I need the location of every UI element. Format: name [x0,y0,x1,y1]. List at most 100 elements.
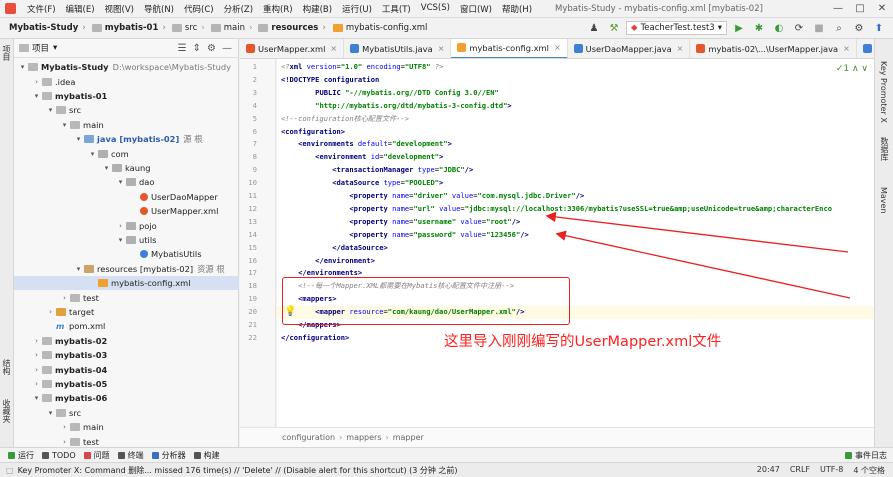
chevron-right-icon[interactable]: › [32,78,41,86]
favorites-tool-tab[interactable]: 收藏夹 [1,399,12,423]
tree-item[interactable]: › target [14,305,239,319]
tool-window-button[interactable]: 分析器 [151,450,186,461]
tree-item[interactable]: ▾ resources [mybatis-02] 资源 根 [14,262,239,276]
code-line[interactable]: "http://mybatis.org/dtd/mybatis-3-config… [281,100,511,113]
tree-item[interactable]: › mybatis-02 [14,334,239,348]
chevron-down-icon[interactable]: ▾ [74,135,83,143]
database-tool-tab[interactable]: 数据库 [879,137,890,161]
tree-item[interactable]: › test [14,290,239,304]
minimize-button[interactable]: — [827,3,849,14]
tree-item[interactable]: ▾ utils [14,233,239,247]
code-line[interactable]: <configuration> [281,126,345,139]
menu-item[interactable]: 重构(R) [258,3,298,15]
breadcrumb-item[interactable]: resources › [255,23,328,33]
chevron-right-icon[interactable]: › [60,438,69,446]
maximize-button[interactable]: □ [849,3,871,14]
code-line[interactable]: <dataSource type="POOLED"> [281,177,443,190]
chevron-down-icon[interactable]: ▾ [116,236,125,244]
chevron-right-icon[interactable]: › [32,351,41,359]
editor-tab[interactable]: UserMapper.xml × [240,39,345,58]
coverage-icon[interactable]: ◐ [771,21,787,35]
intention-bulb-icon[interactable]: 💡 [284,306,296,317]
menu-item[interactable]: 构建(B) [298,3,337,15]
breadcrumb-item[interactable]: main › [208,23,256,33]
menu-item[interactable]: 帮助(H) [497,3,537,15]
editor-breadcrumb-item[interactable]: mappers [346,433,381,442]
editor-tab[interactable]: UserDaoMapper.java × [568,39,691,58]
chevron-down-icon[interactable]: ▾ [46,409,55,417]
tree-item[interactable]: MybatisUtils [14,247,239,261]
close-tab-icon[interactable]: × [554,43,561,52]
chevron-right-icon[interactable]: › [60,294,69,302]
close-button[interactable]: ✕ [871,3,893,14]
editor-tab[interactable]: mybatis-config.xml × [451,39,568,58]
code-line[interactable]: <property name="password" value="123456"… [281,229,528,242]
chevron-down-icon[interactable]: ▾ [60,121,69,129]
tree-item[interactable]: m pom.xml [14,319,239,333]
tree-item[interactable]: › .idea [14,74,239,88]
editor-tab[interactable]: pom.xm× [857,39,874,58]
indent-setting[interactable]: 4 个空格 [853,465,885,476]
maven-tool-tab[interactable]: Maven [879,187,888,214]
code-line[interactable]: <property name="url" value="jdbc:mysql:/… [281,203,832,216]
tree-item[interactable]: › pojo [14,218,239,232]
file-encoding[interactable]: UTF-8 [820,465,843,476]
stop-icon[interactable]: ■ [811,21,827,35]
caret-position[interactable]: 20:47 [757,465,780,476]
tree-item[interactable]: mybatis-config.xml [14,276,239,291]
tree-item[interactable]: ▾ mybatis-01 [14,89,239,103]
settings-gear-icon[interactable]: ⚙ [851,21,867,35]
breadcrumb-item[interactable]: Mybatis-Study › [6,23,89,33]
update-icon[interactable]: ⬆ [871,21,887,35]
tool-window-button[interactable]: 构建 [193,450,220,461]
inspection-ok-icon[interactable]: ✓1 ∧ ∨ [836,64,868,74]
tree-item[interactable]: › mybatis-04 [14,362,239,376]
breadcrumb-item[interactable]: mybatis-01 › [89,23,169,33]
key-promoter-tool-tab[interactable]: Key Promoter X [879,61,888,123]
code-line[interactable]: <!--configuration核心配置文件--> [281,113,409,126]
vcs-icon[interactable]: ♟ [586,21,602,35]
editor-breadcrumb-item[interactable]: configuration [282,433,335,442]
search-icon[interactable]: ⌕ [831,21,847,35]
code-line[interactable]: </configuration> [281,332,349,345]
menu-item[interactable]: VCS(S) [416,3,455,15]
menu-item[interactable]: 视图(V) [100,3,139,15]
menu-item[interactable]: 文件(F) [22,3,61,15]
code-line[interactable]: PUBLIC "-//mybatis.org//DTD Config 3.0//… [281,87,499,100]
code-line[interactable]: </dataSource> [281,242,388,255]
chevron-down-icon[interactable]: ▾ [74,265,83,273]
tree-item[interactable]: › main [14,420,239,434]
tree-item[interactable]: ▾ Mybatis-Study D:\workspace\Mybatis-Study [14,60,239,74]
debug-icon[interactable]: ✱ [751,21,767,35]
event-log-button[interactable]: 事件日志 [845,450,887,461]
tool-window-button[interactable]: 运行 [8,450,34,461]
structure-tool-tab[interactable]: 结构 [1,359,12,375]
hide-icon[interactable]: — [222,43,232,54]
editor-tab[interactable]: mybatis-02\...\UserMapper.java × [690,39,857,58]
project-view-select[interactable]: 项目 [32,42,49,54]
chevron-right-icon[interactable]: › [116,222,125,230]
tree-item[interactable]: ▾ java [mybatis-02] 源 根 [14,132,239,146]
close-tab-icon[interactable]: × [843,44,850,53]
code-line[interactable]: <property name="driver" value="com.mysql… [281,190,584,203]
tree-item[interactable]: ▾ kaung [14,161,239,175]
tree-item[interactable]: ▾ dao [14,175,239,189]
chevron-right-icon[interactable]: › [32,366,41,374]
chevron-right-icon[interactable]: › [32,337,41,345]
menu-item[interactable]: 代码(C) [179,3,219,15]
code-line[interactable]: </environment> [281,255,375,268]
chevron-down-icon[interactable]: ▾ [88,150,97,158]
tool-window-button[interactable]: 终端 [117,450,144,461]
tree-item[interactable]: ▾ src [14,103,239,117]
tree-item[interactable]: UserDaoMapper [14,190,239,204]
build-hammer-icon[interactable]: ⚒ [606,21,622,35]
chevron-right-icon[interactable]: › [60,423,69,431]
menu-item[interactable]: 运行(U) [337,3,377,15]
menu-item[interactable]: 分析(Z) [219,3,258,15]
close-tab-icon[interactable]: × [438,44,445,53]
code-line[interactable]: <environments default="development"> [281,138,452,151]
line-separator[interactable]: CRLF [790,465,810,476]
tree-item[interactable]: UserMapper.xml [14,204,239,218]
tree-item[interactable]: ▾ com [14,146,239,160]
chevron-right-icon[interactable]: › [46,308,55,316]
